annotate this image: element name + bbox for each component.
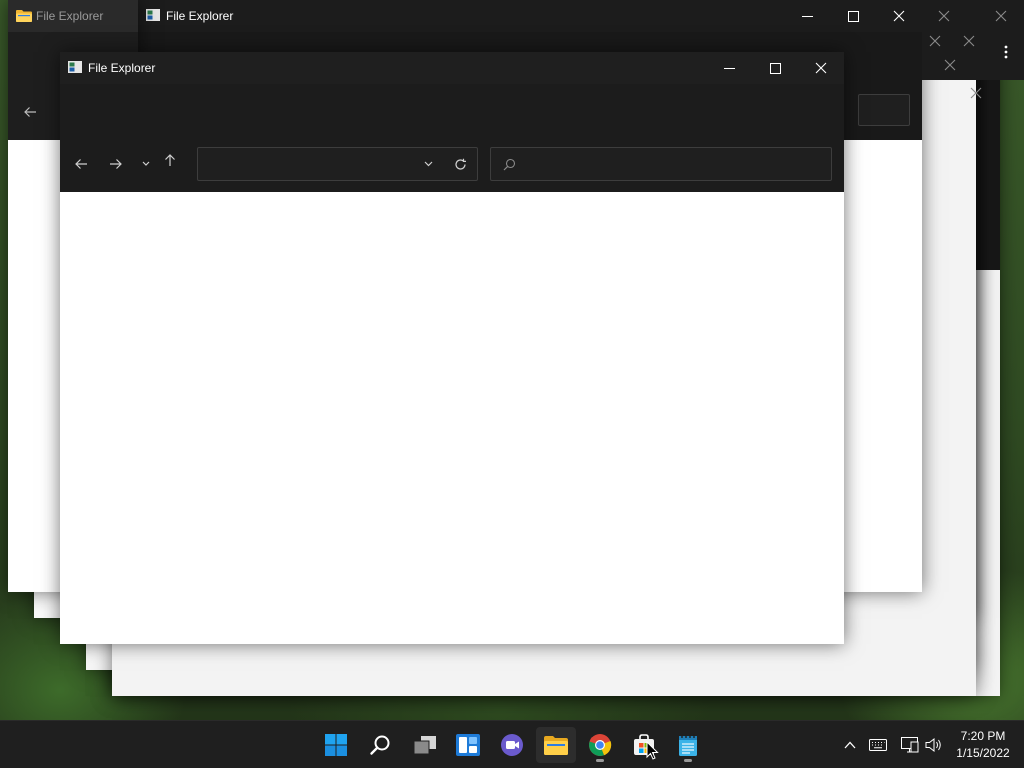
forward-button[interactable] bbox=[102, 150, 130, 178]
close-button[interactable] bbox=[798, 52, 844, 84]
clock-time: 7:20 PM bbox=[960, 729, 1006, 743]
close-button[interactable] bbox=[930, 50, 970, 80]
taskbar: 7:20 PM 1/15/2022 bbox=[0, 720, 1024, 768]
keyboard-button[interactable] bbox=[866, 733, 890, 757]
network-button[interactable] bbox=[898, 733, 922, 757]
show-hidden-icons-button[interactable] bbox=[838, 733, 862, 757]
content-area bbox=[60, 192, 844, 644]
clock-date: 1/15/2022 bbox=[956, 746, 1010, 760]
window-title: File Explorer bbox=[36, 9, 104, 23]
close-icon bbox=[893, 10, 905, 22]
notepad-taskbar-button[interactable] bbox=[668, 727, 708, 763]
address-bar[interactable] bbox=[197, 147, 478, 181]
chrome-taskbar-button[interactable] bbox=[580, 727, 620, 763]
recent-locations-button[interactable] bbox=[134, 150, 158, 178]
close-icon bbox=[815, 62, 827, 74]
arrow-right-icon bbox=[110, 159, 122, 169]
more-vertical-icon bbox=[1004, 45, 1008, 59]
search-box[interactable] bbox=[858, 94, 910, 126]
close-icon bbox=[995, 10, 1007, 22]
maximize-button[interactable] bbox=[830, 0, 876, 32]
chrome-icon bbox=[589, 734, 612, 756]
volume-button[interactable] bbox=[922, 733, 946, 757]
search-box[interactable] bbox=[490, 147, 832, 181]
close-icon bbox=[970, 87, 982, 99]
back-button[interactable] bbox=[16, 98, 44, 126]
folder-icon bbox=[16, 10, 32, 22]
desktop: File Explorer File Explorer File Explore… bbox=[0, 0, 1024, 720]
arrow-left-icon bbox=[24, 107, 36, 117]
stacked-window-right-edge[interactable] bbox=[922, 0, 1024, 99]
maximize-icon bbox=[847, 10, 859, 22]
address-dropdown-button[interactable] bbox=[416, 152, 440, 176]
search-taskbar-button[interactable] bbox=[360, 727, 400, 763]
file-explorer-app-icon bbox=[146, 9, 160, 21]
chat-icon bbox=[501, 734, 523, 756]
minimize-button[interactable] bbox=[706, 52, 752, 84]
task-view-icon bbox=[413, 736, 436, 755]
clock[interactable]: 7:20 PM 1/15/2022 bbox=[948, 728, 1018, 762]
search-icon bbox=[370, 735, 390, 755]
widgets-button[interactable] bbox=[448, 727, 488, 763]
notepad-icon bbox=[679, 734, 697, 756]
back-button[interactable] bbox=[67, 150, 95, 178]
close-icon bbox=[938, 10, 950, 22]
window-title: File Explorer bbox=[88, 61, 156, 75]
start-button[interactable] bbox=[316, 727, 356, 763]
close-icon bbox=[929, 35, 941, 47]
minimize-icon bbox=[801, 15, 813, 17]
file-explorer-app-icon bbox=[68, 61, 82, 73]
running-indicator bbox=[684, 759, 692, 762]
close-icon bbox=[963, 35, 975, 47]
chevron-up-icon bbox=[844, 741, 856, 749]
task-view-button[interactable] bbox=[405, 727, 445, 763]
keyboard-icon bbox=[869, 739, 887, 751]
more-options-button[interactable] bbox=[992, 36, 1020, 68]
close-button[interactable] bbox=[876, 0, 922, 32]
windows-logo-icon bbox=[325, 734, 347, 756]
refresh-button[interactable] bbox=[448, 152, 472, 176]
running-indicator bbox=[596, 759, 604, 762]
volume-icon bbox=[925, 737, 941, 753]
maximize-button[interactable] bbox=[752, 52, 798, 84]
chat-button[interactable] bbox=[492, 727, 532, 763]
chevron-down-icon bbox=[424, 161, 432, 167]
chevron-down-icon bbox=[142, 161, 150, 166]
search-icon bbox=[503, 158, 516, 171]
minimize-icon bbox=[723, 67, 735, 69]
arrow-up-icon bbox=[165, 154, 175, 166]
refresh-icon bbox=[454, 158, 466, 170]
window-front[interactable]: File Explorer bbox=[60, 52, 844, 644]
arrow-left-icon bbox=[75, 159, 87, 169]
network-icon bbox=[901, 737, 919, 753]
maximize-icon bbox=[769, 62, 781, 74]
up-button[interactable] bbox=[156, 146, 184, 174]
widgets-icon bbox=[456, 734, 480, 756]
store-taskbar-button[interactable] bbox=[624, 727, 664, 763]
file-explorer-taskbar-button[interactable] bbox=[536, 727, 576, 763]
window-title: File Explorer bbox=[166, 9, 234, 23]
mouse-pointer-icon bbox=[646, 741, 659, 760]
minimize-button[interactable] bbox=[784, 0, 830, 32]
close-button[interactable] bbox=[956, 78, 996, 108]
close-icon bbox=[944, 59, 956, 71]
folder-icon bbox=[544, 736, 568, 755]
